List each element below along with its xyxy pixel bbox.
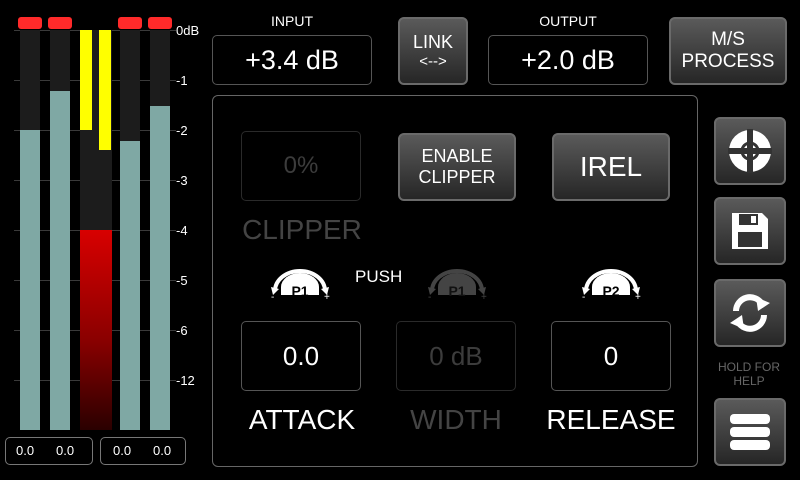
- enable-clipper-line1: ENABLE: [421, 146, 493, 167]
- scale-label: -3: [176, 173, 188, 188]
- output-label: OUTPUT: [539, 13, 597, 29]
- scale-label: -6: [176, 323, 188, 338]
- width-label: WIDTH: [410, 404, 502, 435]
- help-hint-line1: HOLD FOR: [717, 360, 780, 374]
- release-encoder-p2-icon[interactable]: P2 - +: [576, 265, 646, 303]
- input-peak-readout[interactable]: 0.0 0.0: [5, 437, 93, 465]
- help-hint: HOLD FOR HELP: [710, 360, 788, 389]
- input-right-level: [50, 91, 70, 430]
- svg-text:-: -: [428, 292, 431, 301]
- scale-label: -2: [176, 123, 188, 138]
- input-left-peak-value: 0.0: [16, 443, 35, 458]
- enable-clipper-button[interactable]: ENABLE CLIPPER: [398, 133, 516, 201]
- quadrant-icon: [728, 129, 772, 173]
- clip-level-bar: [80, 230, 112, 430]
- output-right-peak-indicator: [148, 17, 172, 29]
- width-value-display[interactable]: 0 dB: [396, 321, 516, 391]
- output-left-peak-indicator: [118, 17, 142, 29]
- output-right-level: [150, 106, 170, 430]
- gain-reduction-bar-2: [99, 30, 111, 150]
- knob-label: P1: [448, 283, 465, 299]
- reset-button[interactable]: [714, 279, 786, 347]
- input-right-peak-indicator: [48, 17, 72, 29]
- input-gain-display[interactable]: +3.4 dB: [212, 35, 372, 85]
- push-label: PUSH: [355, 267, 403, 286]
- knob-label: P2: [602, 283, 619, 299]
- scale-label: -1: [176, 73, 188, 88]
- ms-process-line2: PROCESS: [681, 51, 775, 72]
- ms-process-line1: M/S: [711, 29, 745, 51]
- svg-text:+: +: [481, 292, 487, 301]
- scale-label: -4: [176, 223, 188, 238]
- svg-text:-: -: [271, 292, 274, 301]
- svg-text:+: +: [324, 292, 330, 301]
- release-label: RELEASE: [546, 404, 676, 435]
- gain-reduction-bar-1: [80, 30, 92, 130]
- floppy-disk-icon: [732, 213, 768, 249]
- attack-encoder-p1-icon[interactable]: P1 - +: [265, 265, 335, 303]
- input-right-peak-value: 0.0: [56, 443, 75, 458]
- clipper-amount-display[interactable]: 0%: [241, 131, 361, 201]
- ms-process-button[interactable]: M/S PROCESS: [669, 17, 787, 85]
- input-label: INPUT: [271, 13, 313, 29]
- link-button-label: LINK: [412, 32, 454, 53]
- knob-label: P1: [291, 283, 308, 299]
- output-peak-readout[interactable]: 0.0 0.0: [100, 437, 186, 465]
- scale-label: -12: [176, 373, 195, 388]
- save-button[interactable]: [714, 197, 786, 265]
- menu-icon: [730, 414, 770, 450]
- scale-label: -5: [176, 273, 188, 288]
- clipper-label: CLIPPER: [242, 214, 362, 245]
- input-left-peak-indicator: [18, 17, 42, 29]
- output-left-peak-value: 0.0: [113, 443, 132, 458]
- release-value-display[interactable]: 0: [551, 321, 671, 391]
- presets-button[interactable]: [714, 117, 786, 185]
- input-left-level: [20, 130, 40, 430]
- irel-button-label: IREL: [579, 150, 643, 182]
- refresh-icon: [730, 294, 770, 332]
- scale-label: 0dB: [176, 23, 200, 38]
- svg-text:-: -: [582, 292, 585, 301]
- width-encoder-p1-icon[interactable]: P1 - +: [422, 265, 492, 303]
- svg-text:+: +: [635, 292, 641, 301]
- attack-value-display[interactable]: 0.0: [241, 321, 361, 391]
- output-gain-display[interactable]: +2.0 dB: [488, 35, 648, 85]
- enable-clipper-line2: CLIPPER: [418, 167, 496, 187]
- link-arrows: <-->: [419, 52, 447, 70]
- menu-button[interactable]: [714, 398, 786, 466]
- link-button[interactable]: LINK <-->: [398, 17, 468, 85]
- irel-button[interactable]: IREL: [552, 133, 670, 201]
- output-left-level: [120, 141, 140, 430]
- attack-label: ATTACK: [248, 404, 356, 435]
- help-hint-line2: HELP: [733, 374, 765, 389]
- output-right-peak-value: 0.0: [153, 443, 172, 458]
